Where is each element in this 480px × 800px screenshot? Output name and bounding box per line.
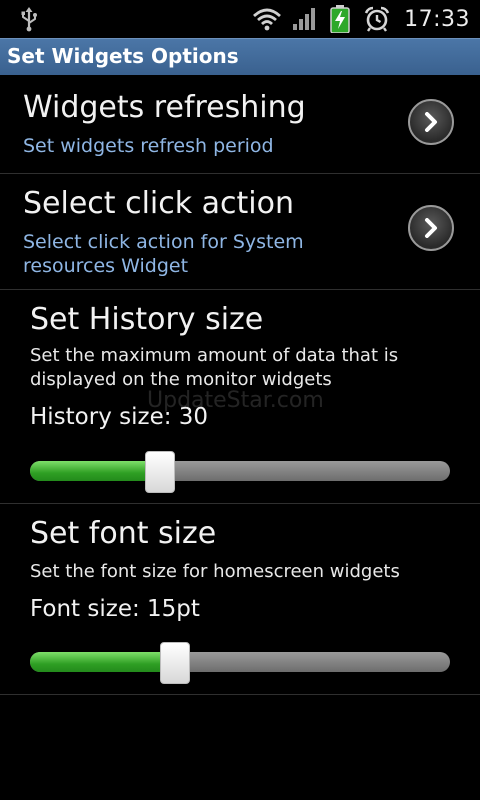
pref-font-size: Set font size Set the font size for home… <box>0 504 480 695</box>
chevron-right-icon[interactable] <box>408 99 454 145</box>
pref-summary: Set the maximum amount of data that is d… <box>30 345 399 390</box>
page-title: Set Widgets Options <box>7 44 239 68</box>
status-bar: 17:33 <box>0 0 480 38</box>
title-bar: Set Widgets Options <box>0 38 480 75</box>
slider-fill <box>30 461 160 481</box>
font-size-slider[interactable] <box>30 642 450 684</box>
chevron-right-icon[interactable] <box>408 205 454 251</box>
usb-icon <box>16 6 42 32</box>
signal-icon <box>292 7 318 31</box>
pref-summary: Select click action for System resources… <box>23 231 304 277</box>
wifi-icon <box>252 7 282 31</box>
watermark: UpdateStar.com <box>147 388 324 413</box>
pref-title: Set font size <box>30 516 217 551</box>
history-size-slider[interactable] <box>30 451 450 493</box>
slider-thumb[interactable] <box>145 451 175 493</box>
slider-thumb[interactable] <box>160 642 190 684</box>
font-size-value: Font size: 15pt <box>30 596 200 622</box>
slider-fill <box>30 652 175 672</box>
alarm-icon <box>364 6 390 32</box>
status-clock: 17:33 <box>404 6 470 32</box>
battery-charging-icon <box>330 5 350 34</box>
pref-widgets-refreshing[interactable]: Widgets refreshing Set widgets refresh p… <box>0 76 480 174</box>
pref-summary: Set the font size for homescreen widgets <box>30 561 400 582</box>
pref-select-click-action[interactable]: Select click action Select click action … <box>0 174 480 290</box>
pref-title: Widgets refreshing <box>23 90 306 125</box>
pref-title: Set History size <box>30 302 264 337</box>
pref-title: Select click action <box>23 186 294 221</box>
pref-summary: Set widgets refresh period <box>23 135 274 157</box>
